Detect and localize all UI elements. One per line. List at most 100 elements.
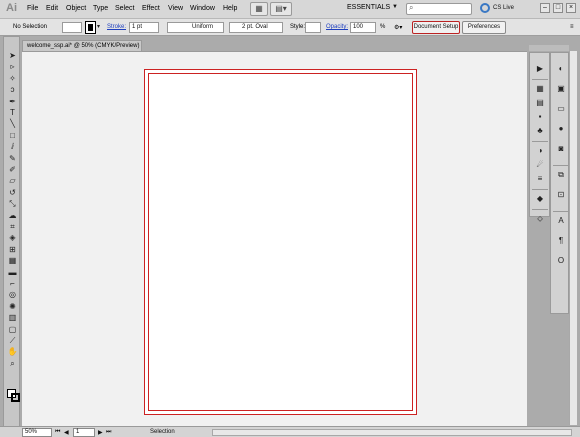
pencil-tool-icon[interactable]: ✎: [7, 154, 18, 164]
fill-color-picker[interactable]: [62, 22, 82, 33]
workspace-switcher[interactable]: ESSENTIALS: [347, 4, 390, 11]
eyedropper-tool-icon[interactable]: ⌐: [7, 279, 18, 289]
first-artboard-icon[interactable]: ⏮: [55, 429, 60, 436]
stroke-label[interactable]: Stroke:: [107, 24, 126, 30]
navigator-icon[interactable]: ▶: [534, 63, 546, 74]
preferences-button[interactable]: Preferences: [462, 21, 506, 34]
close-button[interactable]: ×: [566, 3, 576, 13]
paragraph-icon[interactable]: ¶: [555, 235, 567, 246]
symbols-icon[interactable]: ♣: [534, 125, 546, 136]
dock-grip[interactable]: [529, 45, 569, 51]
stroke-weight-field[interactable]: 1 pt: [129, 22, 159, 33]
cs-live-label[interactable]: CS Live: [493, 5, 514, 11]
bridge-icon: ▦: [255, 4, 263, 13]
color-swatches-icon[interactable]: ▣: [555, 83, 567, 94]
chevron-down-icon[interactable]: ▼: [392, 4, 398, 10]
gradient-tool-icon[interactable]: ▬: [7, 268, 18, 278]
document-setup-button[interactable]: Document Setup: [412, 21, 460, 34]
blob-brush-tool-icon[interactable]: ✐: [7, 165, 18, 175]
scale-tool-icon[interactable]: ⤡: [7, 199, 18, 209]
column-graph-tool-icon[interactable]: ▥: [7, 313, 18, 323]
warp-tool-icon[interactable]: ☁: [7, 211, 18, 221]
last-artboard-icon[interactable]: ⏭: [106, 429, 111, 436]
document-tab[interactable]: welcome_ssp.ai* @ 50% (CMYK/Preview): [22, 40, 142, 51]
maximize-button[interactable]: □: [553, 3, 563, 13]
previous-artboard-icon[interactable]: ◀: [64, 429, 69, 436]
align-icon[interactable]: ◆: [534, 193, 546, 204]
minimize-button[interactable]: –: [540, 3, 550, 13]
color-icon[interactable]: ◐: [555, 63, 567, 74]
tools-panel: ➤ ▹ ✧ ↄ ✒ T ╲ □ ⅈ ✎ ✐ ▱ ↺ ⤡ ☁ ⌗ ◈ ⊞ ▦ ▬ ⌐ ◎ ✺ ▥ ▢ ⟋ ✋ ⌕: [3, 36, 20, 436]
appearance-icon[interactable]: ☄: [534, 159, 546, 170]
brush-definition[interactable]: 2 pt. Oval: [229, 22, 283, 33]
perspective-grid-tool-icon[interactable]: ⊞: [7, 245, 18, 255]
selection-tool-icon[interactable]: ➤: [7, 51, 18, 61]
style-label: Style:: [290, 24, 306, 30]
type-tool-icon[interactable]: T: [7, 108, 18, 118]
brushes-icon[interactable]: ▪: [534, 111, 546, 122]
graphic-styles-icon[interactable]: ◑: [534, 145, 546, 156]
chevron-down-icon[interactable]: ▾: [97, 23, 100, 30]
document-tab-title: welcome_ssp.ai* @ 50% (CMYK/Preview): [27, 43, 140, 49]
menu-select[interactable]: Select: [115, 5, 134, 12]
cs-live-icon[interactable]: [480, 3, 490, 13]
shape-builder-tool-icon[interactable]: ◈: [7, 233, 18, 243]
stroke-color-picker[interactable]: [85, 21, 96, 34]
opacity-unit: %: [380, 24, 386, 30]
menu-help[interactable]: Help: [223, 5, 237, 12]
close-icon: ×: [568, 4, 574, 11]
artboards-icon[interactable]: ⧉: [555, 169, 567, 180]
artboard-tool-icon[interactable]: ▢: [7, 325, 18, 335]
menu-view[interactable]: View: [168, 5, 183, 12]
gradient-icon[interactable]: ▭: [555, 103, 567, 114]
opacity-label[interactable]: Opacity:: [326, 24, 348, 30]
lasso-tool-icon[interactable]: ↄ: [7, 85, 18, 95]
bridge-button[interactable]: ▦: [250, 2, 268, 16]
hand-tool-icon[interactable]: ✋: [7, 347, 18, 357]
paintbrush-tool-icon[interactable]: ⅈ: [7, 142, 18, 152]
artboard-navigation-field[interactable]: 1: [73, 428, 95, 437]
menu-file[interactable]: File: [27, 5, 38, 12]
help-search-input[interactable]: [406, 3, 472, 15]
symbol-sprayer-tool-icon[interactable]: ✺: [7, 302, 18, 312]
control-panel-menu-icon[interactable]: ≡: [570, 24, 574, 30]
transparency-icon[interactable]: ●: [555, 123, 567, 134]
mesh-tool-icon[interactable]: ▦: [7, 256, 18, 266]
character-icon[interactable]: A: [555, 215, 567, 226]
panel-dock-left: ▶ ▦ ▤ ▪ ♣ ◑ ☄ ≡ ◆ ⬦: [529, 52, 550, 223]
graphic-style-picker[interactable]: [305, 22, 321, 33]
stroke-icon[interactable]: ◙: [555, 143, 567, 154]
recolor-artwork-icon[interactable]: ⚙▾: [394, 24, 402, 31]
variable-width-profile[interactable]: Uniform: [167, 22, 224, 33]
line-tool-icon[interactable]: ╲: [7, 119, 18, 129]
menu-window[interactable]: Window: [190, 5, 215, 12]
current-tool-status[interactable]: Selection: [150, 429, 175, 435]
layers-icon[interactable]: ≡: [534, 173, 546, 184]
color-guide-icon[interactable]: ▦: [534, 83, 546, 94]
horizontal-scrollbar[interactable]: [212, 429, 572, 436]
arrange-documents-button[interactable]: ▤▾: [270, 2, 292, 16]
swatches-icon[interactable]: ▤: [534, 97, 546, 108]
rotate-tool-icon[interactable]: ↺: [7, 188, 18, 198]
zoom-field[interactable]: 50%: [22, 428, 52, 437]
menu-effect[interactable]: Effect: [142, 5, 160, 12]
pathfinder-icon[interactable]: ⊡: [555, 189, 567, 200]
direct-selection-tool-icon[interactable]: ▹: [7, 62, 18, 72]
zoom-tool-icon[interactable]: ⌕: [7, 359, 18, 369]
opacity-field[interactable]: 100: [350, 22, 376, 33]
transform-icon[interactable]: ⬦: [534, 213, 546, 224]
rectangle-tool-icon[interactable]: □: [7, 131, 18, 141]
slice-tool-icon[interactable]: ⟋: [7, 336, 18, 346]
eraser-tool-icon[interactable]: ▱: [7, 176, 18, 186]
vertical-scrollbar[interactable]: [569, 51, 577, 425]
blend-tool-icon[interactable]: ◎: [7, 290, 18, 300]
next-artboard-icon[interactable]: ▶: [98, 429, 103, 436]
stroke-swatch[interactable]: [11, 393, 20, 402]
pen-tool-icon[interactable]: ✒: [7, 97, 18, 107]
opentype-icon[interactable]: O: [555, 255, 567, 266]
menu-edit[interactable]: Edit: [46, 5, 58, 12]
free-transform-tool-icon[interactable]: ⌗: [7, 222, 18, 232]
menu-type[interactable]: Type: [93, 5, 108, 12]
magic-wand-tool-icon[interactable]: ✧: [7, 74, 18, 84]
menu-object[interactable]: Object: [66, 5, 86, 12]
